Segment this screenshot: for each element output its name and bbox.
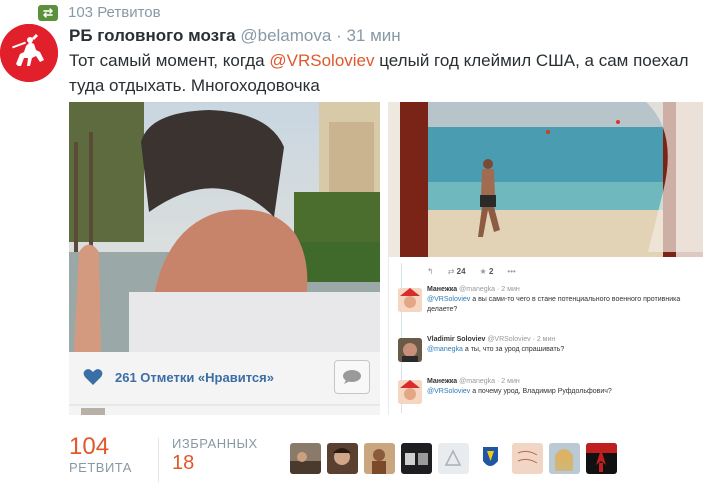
reply-time: · 2 мин <box>497 378 520 385</box>
favoriter-avatar[interactable] <box>290 443 321 474</box>
reply-name[interactable]: Манежка <box>427 378 457 385</box>
retweet-icon[interactable]: ⇄ 24 <box>448 267 466 276</box>
embedded-favorites: 2 <box>488 267 494 276</box>
reply-name[interactable]: Манежка <box>427 286 457 293</box>
reply-handle: @manegka <box>459 286 496 293</box>
author-avatar[interactable] <box>0 24 58 82</box>
favoriter-avatar[interactable] <box>586 443 617 474</box>
favoriters-avatars <box>290 443 617 474</box>
comment-icon <box>343 370 361 384</box>
likes-row: 261 Отметки «Нравится» <box>83 368 274 386</box>
favorites-label: ИЗБРАННЫХ <box>172 436 258 451</box>
reply-avatar[interactable] <box>398 338 422 362</box>
reply-time: · 2 мин <box>497 286 520 293</box>
more-icon[interactable]: ••• <box>507 267 515 276</box>
embedded-actions: ↰ ⇄ 24 ★ 2 ••• <box>427 267 516 276</box>
reply-1[interactable]: Манежка @manegka · 2 мин @VRSoloviev а в… <box>395 285 700 325</box>
tweet-time[interactable]: 31 мин <box>346 26 400 45</box>
comment-button[interactable] <box>334 360 370 394</box>
mention-link[interactable]: @VRSoloviev <box>269 51 374 70</box>
heart-icon[interactable] <box>83 368 103 386</box>
embedded-tweet: ↰ ⇄ 24 ★ 2 ••• Манежка @manegka · 2 мин … <box>388 257 703 415</box>
favoriter-avatar[interactable] <box>327 443 358 474</box>
screenshot-photo[interactable]: ↰ ⇄ 24 ★ 2 ••• Манежка @manegka · 2 мин … <box>388 102 703 415</box>
tweet-text: Тот самый момент, когда @VRSoloviev целы… <box>69 48 699 98</box>
retweet-count-text[interactable]: 103 Ретвитов <box>68 4 161 21</box>
retweet-icon: ⇄ <box>38 4 58 21</box>
reply-mention[interactable]: @VRSoloviev <box>427 388 470 395</box>
instagram-photo[interactable]: 261 Отметки «Нравится» <box>69 102 380 415</box>
beach-image <box>388 102 703 257</box>
retweets-count: 104 <box>69 433 110 460</box>
reply-2[interactable]: Vladimir Soloviev @VRSoloviev · 2 мин @m… <box>395 335 700 369</box>
pahonia-emblem-icon <box>0 24 58 82</box>
favoriter-avatar[interactable] <box>475 443 506 474</box>
separator: · <box>336 26 342 45</box>
reply-avatar[interactable] <box>398 380 422 404</box>
embedded-retweets: 24 <box>456 267 466 276</box>
retweets-stat[interactable]: 104 РЕТВИТА <box>69 433 132 476</box>
likes-count[interactable]: 261 Отметки «Нравится» <box>115 370 274 385</box>
stats-divider <box>158 438 159 482</box>
favoriter-avatar[interactable] <box>364 443 395 474</box>
reply-text: а ты, что за урод спрашивать? <box>462 346 565 353</box>
retweet-context: ⇄ 103 Ретвитов <box>38 4 161 21</box>
author-name[interactable]: РБ головного мозга <box>69 26 236 45</box>
reply-mention[interactable]: @manegka <box>427 346 463 353</box>
reply-handle: @VRSoloviev <box>487 336 531 343</box>
author-handle[interactable]: @belamova <box>240 26 331 45</box>
reply-time: · 2 мин <box>532 336 556 343</box>
reply-mention[interactable]: @VRSoloviev <box>427 296 470 303</box>
star-icon[interactable]: ★ 2 <box>480 267 494 276</box>
tweet-stats: 104 РЕТВИТА ИЗБРАННЫХ 18 <box>0 432 713 495</box>
reply-handle: @manegka <box>459 378 496 385</box>
reply-text: а почему урод, Владимир Руфдольфович? <box>470 388 612 395</box>
reply-avatar[interactable] <box>398 288 422 312</box>
retweets-label: РЕТВИТА <box>69 460 132 475</box>
favorites-stat[interactable]: ИЗБРАННЫХ 18 <box>172 436 258 475</box>
reply-name[interactable]: Vladimir Soloviev <box>427 336 485 343</box>
favoriter-avatar[interactable] <box>549 443 580 474</box>
favoriter-avatar[interactable] <box>512 443 543 474</box>
favoriter-avatar[interactable] <box>401 443 432 474</box>
favoriter-avatar[interactable] <box>438 443 469 474</box>
reply-icon[interactable]: ↰ <box>427 267 434 276</box>
tweet-header: РБ головного мозга @belamova · 31 мин <box>69 26 401 46</box>
favorites-count: 18 <box>172 452 195 474</box>
reply-3[interactable]: Манежка @manegka · 2 мин @VRSoloviev а п… <box>395 377 700 411</box>
tweet-text-before: Тот самый момент, когда <box>69 51 270 70</box>
